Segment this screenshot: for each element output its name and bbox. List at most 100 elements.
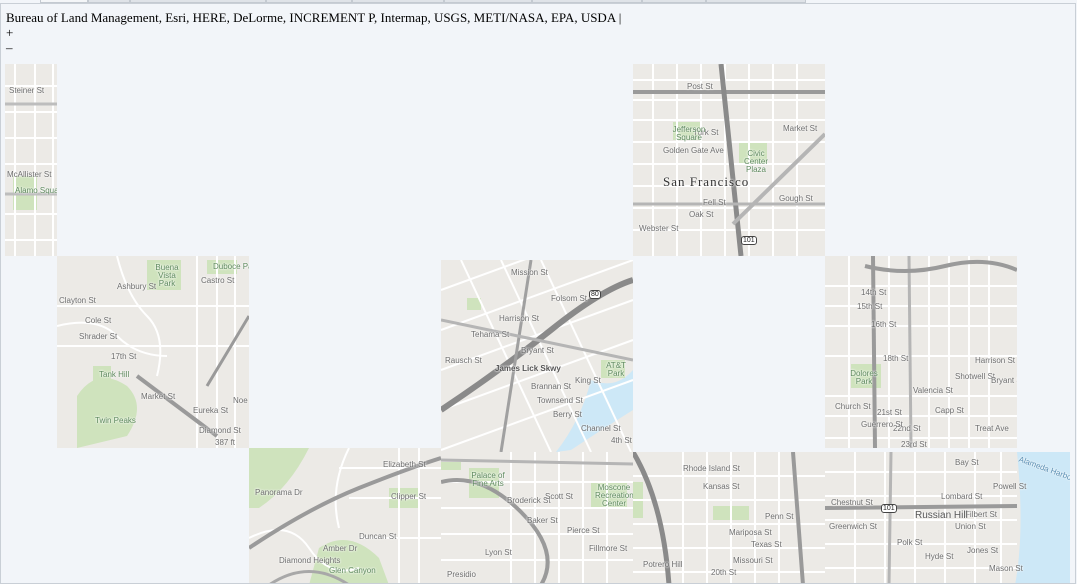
- street-label: Castro St: [201, 276, 235, 285]
- highway-label: James Lick Skwy: [495, 364, 561, 373]
- street-label: Bryant St: [991, 376, 1017, 385]
- street-label: Market St: [141, 392, 176, 401]
- street-label: Townsend St: [537, 396, 583, 405]
- street-label: Texas St: [751, 540, 782, 549]
- park-label: Glen Canyon: [329, 566, 376, 575]
- street-label: Berry St: [553, 410, 582, 419]
- street-label: Bryant St: [521, 346, 554, 355]
- street-label: Union St: [955, 522, 986, 531]
- street-label: Golden Gate Ave: [663, 146, 724, 155]
- street-label: Gough St: [779, 194, 813, 203]
- street-label: Rausch St: [445, 356, 482, 365]
- street-label: Market St: [783, 124, 818, 133]
- highway-shield: 80: [589, 290, 601, 299]
- street-label: Brannan St: [531, 382, 572, 391]
- street-label: Harrison St: [975, 356, 1016, 365]
- park-label: Buena Vista Park: [155, 263, 179, 288]
- street-label: Shotwell St: [955, 372, 996, 381]
- map-tile-marina[interactable]: Palace of Fine Arts Moscone Recreation C…: [441, 452, 633, 583]
- street-label: Penn St: [765, 512, 794, 521]
- street-label: 20th St: [711, 568, 737, 577]
- street-label: Elizabeth St: [383, 460, 426, 469]
- map-tile-mission[interactable]: 14th St 15th St 16th St 18th St Dolores …: [825, 256, 1017, 448]
- street-label: 4th St: [611, 436, 632, 445]
- street-label: Fillmore St: [589, 544, 628, 553]
- street-label: Baker St: [527, 516, 558, 525]
- map-tile-glen-canyon[interactable]: Elizabeth St Clipper St Duncan St Panora…: [249, 448, 441, 583]
- street-label: Bay St: [955, 458, 979, 467]
- neighborhood-label: Russian Hill: [915, 510, 968, 521]
- neighborhood-label: Presidio: [447, 570, 476, 579]
- street-label: Ashbury St: [117, 282, 157, 291]
- map-attribution: Bureau of Land Management, Esri, HERE, D…: [6, 10, 622, 25]
- street-label: Jones St: [967, 546, 999, 555]
- street-label: 14th St: [861, 288, 887, 297]
- street-label: 23rd St: [901, 440, 927, 448]
- park-label: AT&T Park: [606, 361, 626, 378]
- map-tile-russian-hill[interactable]: Bay St Chestnut St Lombard St Greenwich …: [825, 452, 1070, 583]
- street-label: Pierce St: [567, 526, 600, 535]
- street-label: 16th St: [871, 320, 897, 329]
- map-tile-twin-peaks[interactable]: Buena Vista Park Duboce Park 17th St Tan…: [57, 256, 249, 448]
- street-label: McAllister St: [7, 170, 52, 179]
- street-label: Harrison St: [499, 314, 540, 323]
- street-label: Webster St: [639, 224, 679, 233]
- street-label: Chestnut St: [831, 498, 873, 507]
- park-label: Civic Center Plaza: [743, 149, 768, 174]
- street-label: Valencia St: [913, 386, 953, 395]
- highway-shield: 101: [881, 504, 897, 513]
- street-label: Polk St: [897, 538, 923, 547]
- neighborhood-label: Diamond Heights: [279, 556, 341, 565]
- street-label: Powell St: [993, 482, 1027, 491]
- street-label: Diamond St: [199, 426, 241, 435]
- highway-shield: 101: [741, 236, 757, 245]
- zoom-out-button[interactable]: –: [6, 41, 13, 55]
- zoom-in-button[interactable]: +: [6, 26, 13, 40]
- park-label: Jefferson Square: [672, 125, 706, 142]
- street-label: Post St: [687, 82, 713, 91]
- street-label: Panorama Dr: [255, 488, 303, 497]
- street-label: Mason St: [989, 564, 1023, 573]
- street-label: Kansas St: [703, 482, 740, 491]
- street-label: Church St: [835, 402, 871, 411]
- map-tile-civic-center[interactable]: Post St Turk St Jefferson Square Golden …: [633, 64, 825, 256]
- map-container[interactable]: Bureau of Land Management, Esri, HERE, D…: [0, 3, 1076, 584]
- street-label: Hyde St: [925, 552, 954, 561]
- street-label: Clipper St: [391, 492, 427, 501]
- park-label: Alamo Square: [15, 186, 57, 195]
- map-tile-soma[interactable]: Mission St 80 Folsom St Harrison St Brya…: [441, 260, 633, 452]
- street-label: Fell St: [703, 198, 726, 207]
- map-tile-alamo-square[interactable]: Steiner St McAllister St Alamo Square: [5, 64, 57, 256]
- street-label: 15th St: [857, 302, 883, 311]
- street-label: Mission St: [511, 268, 548, 277]
- street-label: Missouri St: [733, 556, 773, 565]
- street-label: Filbert St: [965, 510, 998, 519]
- street-label: 17th St: [111, 352, 137, 361]
- street-label: Lyon St: [485, 548, 512, 557]
- city-label: San Francisco: [663, 174, 750, 189]
- street-label: Eureka St: [193, 406, 229, 415]
- street-label: Treat Ave: [975, 424, 1009, 433]
- street-label: Oak St: [689, 210, 714, 219]
- street-label: 18th St: [883, 354, 909, 363]
- street-label: Duncan St: [359, 532, 397, 541]
- elevation-label: 387 ft: [215, 438, 236, 447]
- park-label: Twin Peaks: [95, 416, 136, 425]
- street-label: King St: [575, 376, 601, 385]
- map-tile-potrero-hill[interactable]: Rhode Island St Kansas St Mariposa St Te…: [633, 452, 825, 583]
- street-label: Clayton St: [59, 296, 96, 305]
- street-label: Channel St: [581, 424, 621, 433]
- street-grid: [825, 256, 1017, 448]
- street-label: Folsom St: [551, 294, 588, 303]
- street-label: Noe St: [233, 396, 249, 405]
- park-label: Duboce Park: [213, 262, 249, 271]
- street-label: Tehama St: [471, 330, 510, 339]
- street-label: Capp St: [935, 406, 964, 415]
- street-label: 21st St: [877, 408, 902, 417]
- street-label: Lombard St: [941, 492, 983, 501]
- park-label: Moscone Recreation Center: [595, 483, 633, 508]
- street-label: Steiner St: [9, 86, 45, 95]
- park-label: Tank Hill: [99, 370, 130, 379]
- street-label: Amber Dr: [323, 544, 358, 553]
- street-label: Cole St: [85, 316, 112, 325]
